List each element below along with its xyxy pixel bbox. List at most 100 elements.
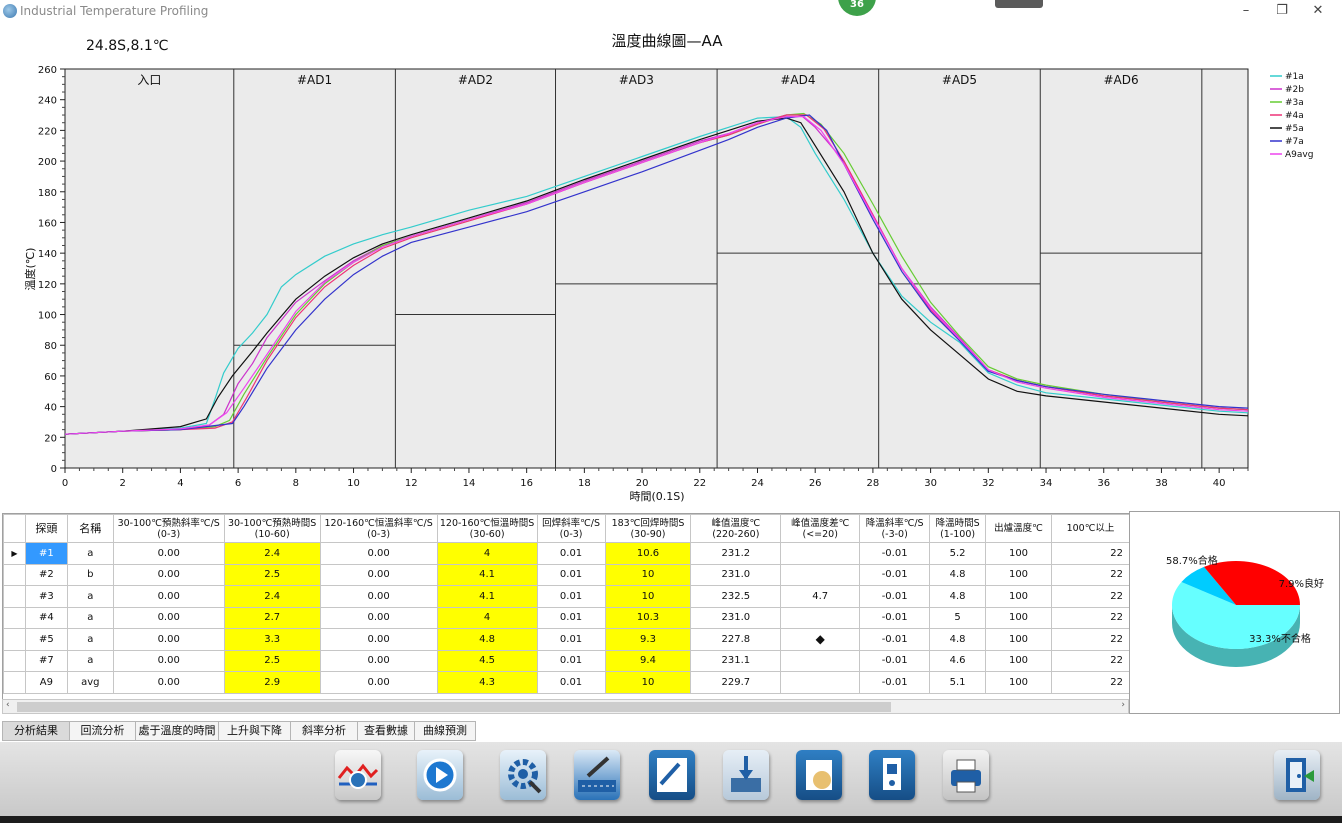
table-cell[interactable]: 4.3 [436,671,538,694]
table-cell[interactable]: 22 [1050,628,1130,651]
row-header[interactable]: ▶ [3,542,26,565]
table-cell[interactable] [780,542,861,565]
print-curve-icon[interactable] [943,750,989,800]
table-cell[interactable]: 4 [436,542,538,565]
row-header[interactable] [3,585,26,608]
row-header[interactable] [3,628,26,651]
table-cell[interactable]: 4.8 [436,628,538,651]
probe-cell[interactable]: #5 [24,628,68,651]
table-cell[interactable]: 2.5 [223,649,321,672]
table-row[interactable]: #3 a 0.00 2.4 0.00 4.1 0.01 10 232.5 4.7 -0.01 4.8 1… [3,585,1130,608]
scroll-right-icon[interactable]: › [1121,700,1125,710]
table-cell[interactable]: ◆ [780,628,861,651]
table-cell[interactable]: 2.7 [223,606,321,629]
table-cell[interactable]: 4 [436,606,538,629]
table-cell[interactable] [780,606,861,629]
table-cell[interactable]: -0.01 [859,585,931,608]
table-cell[interactable]: 0.01 [536,606,606,629]
column-header[interactable]: 峰值溫度℃ (220-260) [690,514,782,543]
column-header[interactable]: 30-100℃預熱斜率℃/S (0-3) [112,514,225,543]
results-grid[interactable]: 探頭 名稱 30-100℃預熱斜率℃/S (0-3) 30-100℃預熱時間S (10-6… [2,513,1131,701]
table-cell[interactable]: 4.7 [780,585,861,608]
probe-cell[interactable]: #7 [24,649,68,672]
edit-document-icon[interactable] [649,750,695,800]
table-cell[interactable]: 2.4 [223,542,321,565]
table-cell[interactable]: 100 [985,649,1052,672]
scroll-left-icon[interactable]: ‹ [6,700,10,710]
temperature-profile-chart[interactable]: 24.8S,8.1℃ 溫度曲線圖—AA 入口 #AD1 #AD2 #AD3 #AD4 #A… [0,24,1342,510]
table-cell[interactable]: 0.01 [536,563,606,586]
table-cell[interactable] [780,649,861,672]
minimize-button[interactable]: – [1236,3,1256,19]
table-row[interactable]: #2 b 0.00 2.5 0.00 4.1 0.01 10 231.0 -0.01 4.8 100 2… [3,563,1130,586]
table-cell[interactable]: 100 [985,563,1052,586]
probe-cell[interactable]: #3 [24,585,68,608]
column-header[interactable]: 120-160℃恒溫時間S (30-60) [436,514,538,543]
table-cell[interactable]: a [66,542,114,565]
probe-cell[interactable]: #1 [24,542,68,565]
column-header[interactable]: 30-100℃預熱時間S (10-60) [223,514,321,543]
probe-cell[interactable]: #2 [24,563,68,586]
column-header[interactable]: 降溫斜率℃/S (-3-0) [859,514,931,543]
probe-cell[interactable]: #4 [24,606,68,629]
table-cell[interactable]: 0.00 [112,606,225,629]
row-header[interactable] [3,671,26,694]
tab-7[interactable]: 曲線預測 [414,721,476,741]
table-cell[interactable]: 5.2 [929,542,987,565]
column-header[interactable]: 183℃回焊時間S (30-90) [604,514,692,543]
table-cell[interactable]: -0.01 [859,606,931,629]
table-cell[interactable]: 9.3 [604,628,692,651]
edit-conveyor-icon[interactable] [574,750,620,800]
table-cell[interactable]: a [66,649,114,672]
table-cell[interactable]: 100 [985,585,1052,608]
table-cell[interactable]: a [66,606,114,629]
exit-door-icon[interactable] [1274,750,1320,800]
table-row[interactable]: A9 avg 0.00 2.9 0.00 4.3 0.01 10 229.7 -0.01 5.1 10… [3,671,1130,694]
table-cell[interactable]: 3.3 [223,628,321,651]
table-cell[interactable]: 229.7 [690,671,782,694]
table-cell[interactable]: 100 [985,542,1052,565]
table-cell[interactable]: 100 [985,606,1052,629]
table-cell[interactable]: 227.8 [690,628,782,651]
play-icon[interactable] [417,750,463,800]
table-cell[interactable]: -0.01 [859,649,931,672]
column-header[interactable]: 回焊斜率℃/S (0-3) [536,514,606,543]
table-cell[interactable]: 10 [604,585,692,608]
table-cell[interactable]: 5.1 [929,671,987,694]
table-row[interactable]: #7 a 0.00 2.5 0.00 4.5 0.01 9.4 231.1 -0.01 4.6 100… [3,649,1130,672]
table-cell[interactable]: 4.8 [929,628,987,651]
column-header[interactable]: 探頭 [24,514,68,543]
table-cell[interactable]: 0.00 [112,542,225,565]
row-header[interactable] [3,649,26,672]
tab-5[interactable]: 斜率分析 [290,721,358,741]
table-cell[interactable]: 0.00 [319,563,438,586]
table-cell[interactable]: 0.01 [536,585,606,608]
table-cell[interactable]: 9.4 [604,649,692,672]
column-header[interactable]: 峰值溫度差℃ (<=20) [780,514,861,543]
table-cell[interactable]: 0.00 [319,585,438,608]
table-cell[interactable]: 231.0 [690,563,782,586]
table-cell[interactable]: 0.00 [112,585,225,608]
table-cell[interactable]: 0.00 [319,671,438,694]
table-cell[interactable] [780,563,861,586]
table-cell[interactable]: 231.0 [690,606,782,629]
settings-search-icon[interactable] [500,750,546,800]
column-header[interactable]: 名稱 [66,514,114,543]
tab-2[interactable]: 回流分析 [69,721,136,741]
table-cell[interactable]: -0.01 [859,563,931,586]
table-cell[interactable]: 0.01 [536,542,606,565]
table-cell[interactable]: 10.3 [604,606,692,629]
tab-6[interactable]: 查看數據 [357,721,415,741]
probe-device-icon[interactable] [869,750,915,800]
table-cell[interactable]: a [66,585,114,608]
table-cell[interactable]: 22 [1050,585,1130,608]
table-cell[interactable]: avg [66,671,114,694]
tab-1[interactable]: 分析結果 [2,721,70,741]
table-cell[interactable]: 0.00 [112,671,225,694]
table-cell[interactable]: 0.00 [319,606,438,629]
profile-analysis-icon[interactable] [335,750,381,800]
maximize-button[interactable]: ❐ [1272,3,1292,19]
column-header[interactable]: 出爐溫度℃ [985,514,1052,543]
tab-4[interactable]: 上升與下降 [218,721,291,741]
column-header[interactable]: 降溫時間S (1-100) [929,514,987,543]
